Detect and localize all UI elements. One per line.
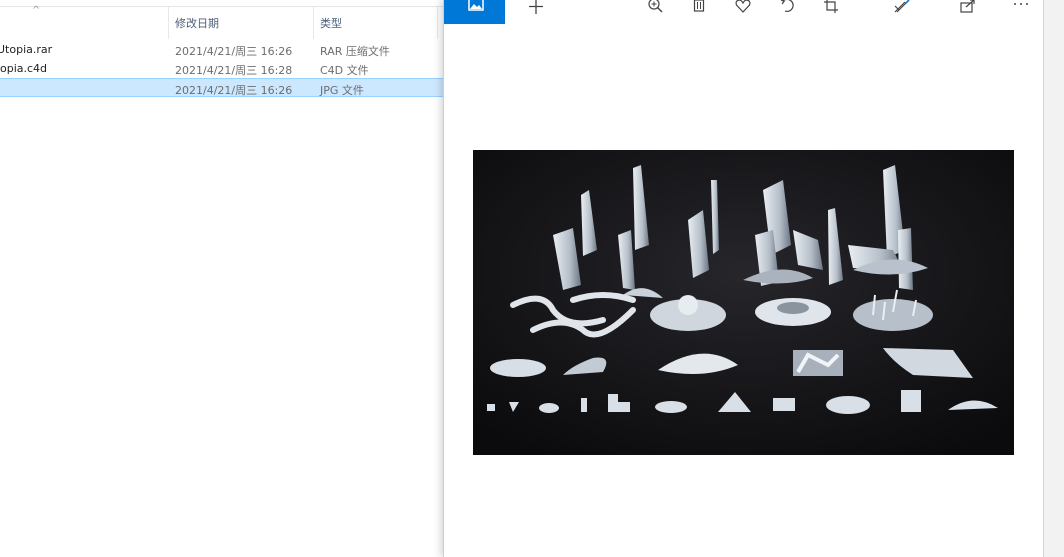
column-separator[interactable]	[437, 7, 438, 39]
viewer-toolbar	[444, 0, 1044, 24]
more-icon[interactable]	[1011, 0, 1031, 17]
crop-icon[interactable]	[821, 0, 841, 17]
rotate-icon[interactable]	[777, 0, 797, 17]
photo-preview[interactable]	[473, 150, 1014, 455]
file-row-selected[interactable]: 2021/4/21/周三 16:26 JPG 文件	[0, 78, 444, 97]
file-date: 2021/4/21/周三 16:28	[175, 64, 293, 77]
zoom-icon[interactable]	[645, 0, 665, 17]
column-header-type[interactable]: 类型	[320, 15, 342, 31]
add-icon[interactable]	[526, 0, 546, 17]
file-row[interactable]: Utopia.rar 2021/4/21/周三 16:26 RAR 压缩文件	[0, 40, 444, 59]
file-date: 2021/4/21/周三 16:26	[175, 84, 293, 97]
file-type: RAR 压缩文件	[320, 45, 390, 58]
image-icon	[466, 0, 486, 16]
file-type: JPG 文件	[320, 84, 364, 97]
file-type: C4D 文件	[320, 64, 369, 77]
share-icon[interactable]	[958, 0, 978, 17]
window-edge	[1043, 0, 1064, 557]
favorite-icon[interactable]	[733, 0, 753, 17]
file-explorer: ^ 修改日期 类型 Utopia.rar 2021/4/21/周三 16:26 …	[0, 0, 444, 557]
column-separator[interactable]	[168, 7, 169, 39]
column-separator[interactable]	[313, 7, 314, 39]
edit-enhance-icon[interactable]	[891, 0, 911, 17]
delete-icon[interactable]	[689, 0, 709, 17]
column-header-date[interactable]: 修改日期	[175, 15, 219, 31]
photos-viewer-window	[443, 0, 1044, 557]
file-date: 2021/4/21/周三 16:26	[175, 45, 293, 58]
view-image-button[interactable]	[444, 0, 505, 24]
file-name: Utopia.rar	[0, 43, 53, 56]
file-row[interactable]: opia.c4d 2021/4/21/周三 16:28 C4D 文件	[0, 59, 444, 78]
sort-ascending-icon[interactable]: ^	[32, 5, 40, 16]
header-divider	[0, 6, 444, 7]
file-name: opia.c4d	[0, 62, 48, 75]
